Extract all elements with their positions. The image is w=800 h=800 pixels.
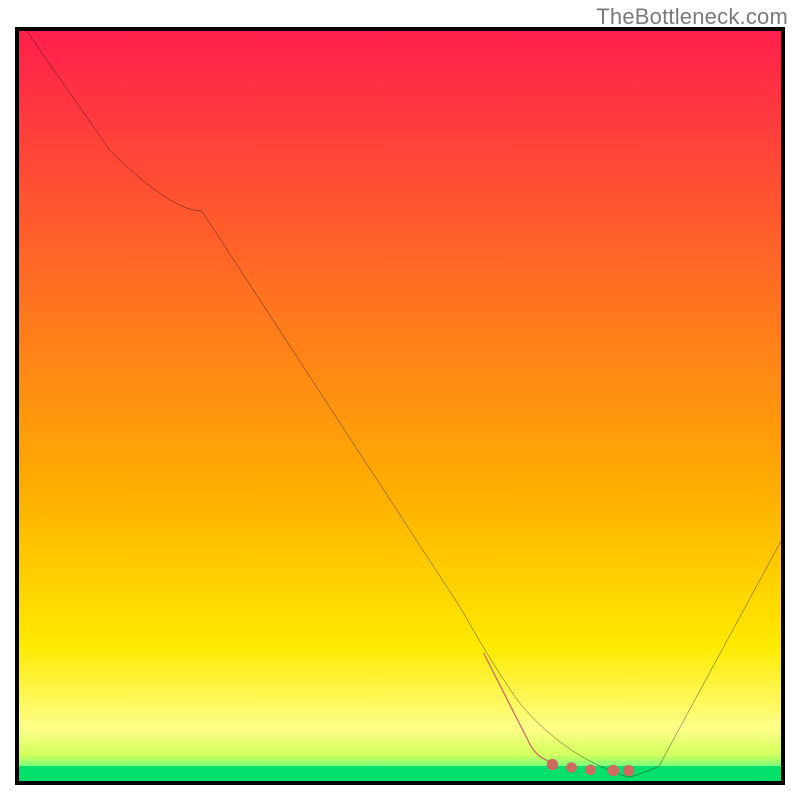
- watermark-text: TheBottleneck.com: [596, 4, 788, 30]
- plot-area: [15, 27, 785, 785]
- highlight-region-descent: [484, 654, 553, 763]
- series-layer: [19, 31, 781, 781]
- bottleneck-curve: [27, 31, 781, 777]
- chart-container: TheBottleneck.com: [0, 0, 800, 800]
